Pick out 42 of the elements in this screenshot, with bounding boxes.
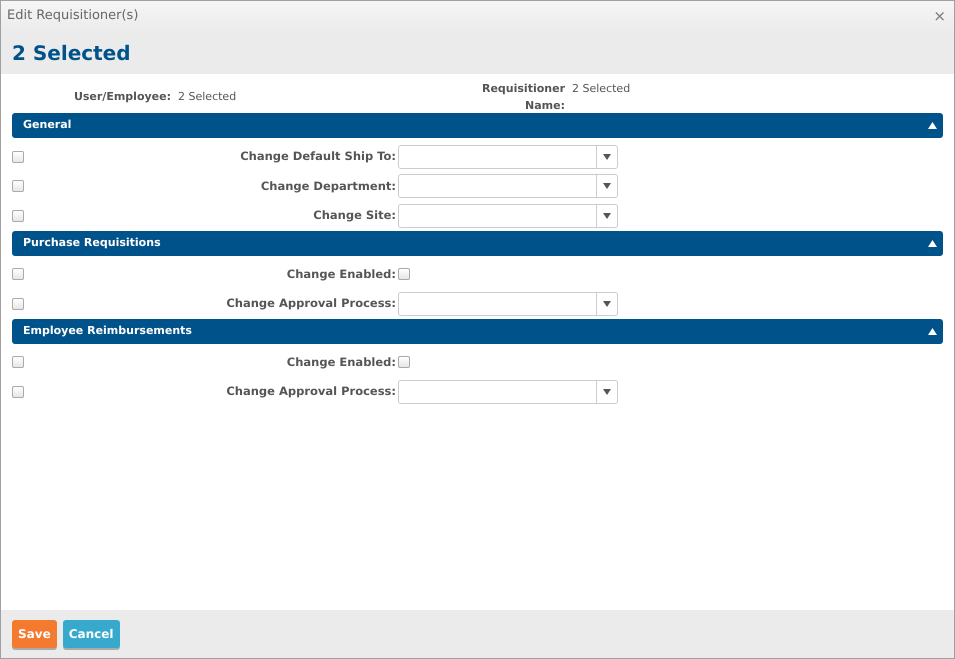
field-label: Requisitioner Name:: [480, 81, 566, 114]
checkbox[interactable]: [398, 356, 410, 368]
checkbox[interactable]: [12, 356, 24, 368]
dropdown[interactable]: [398, 204, 618, 228]
field-label: Change Approval Process:: [225, 295, 397, 312]
field-label: Change Department:: [260, 178, 397, 195]
dropdown[interactable]: [398, 174, 618, 198]
caret-icon: [603, 183, 611, 190]
field-value: 2 Selected: [572, 81, 630, 97]
collapse-icon: [928, 328, 937, 334]
caret-icon: [603, 388, 611, 395]
section-header[interactable]: Employee Reimbursements: [12, 318, 943, 344]
caret-icon: [603, 300, 611, 307]
collapse-icon: [928, 240, 937, 246]
section-header[interactable]: Purchase Requisitions: [12, 230, 943, 256]
field-label: User/Employee:: [72, 89, 172, 106]
checkbox[interactable]: [398, 268, 410, 280]
checkbox[interactable]: [12, 180, 24, 192]
caret-icon: [603, 212, 611, 219]
checkbox[interactable]: [12, 150, 24, 163]
dropdown[interactable]: [398, 144, 618, 169]
field-label: Change Default Ship To:: [239, 148, 397, 166]
caret-icon: [603, 154, 611, 160]
close-button[interactable]: ×: [933, 8, 946, 24]
section-header[interactable]: General: [12, 113, 943, 138]
section-title: General: [23, 117, 72, 134]
checkbox[interactable]: [12, 268, 24, 280]
checkbox[interactable]: [12, 298, 24, 310]
dropdown[interactable]: [398, 292, 618, 316]
checkbox[interactable]: [12, 386, 24, 398]
field-label: Change Enabled:: [286, 354, 397, 371]
section-title: Employee Reimbursements: [23, 322, 192, 339]
field-value: 2 Selected: [178, 89, 236, 106]
field-label: Change Approval Process:: [225, 383, 397, 400]
field-label: Change Site:: [312, 207, 397, 224]
section-title: Purchase Requisitions: [23, 234, 161, 251]
dropdown[interactable]: [398, 380, 618, 404]
heading: 2 Selected: [12, 40, 131, 64]
collapse-icon: [928, 122, 937, 129]
window-title: Edit Requisitioner(s): [7, 7, 138, 26]
checkbox[interactable]: [12, 210, 24, 222]
field-label: Change Enabled:: [286, 266, 397, 283]
